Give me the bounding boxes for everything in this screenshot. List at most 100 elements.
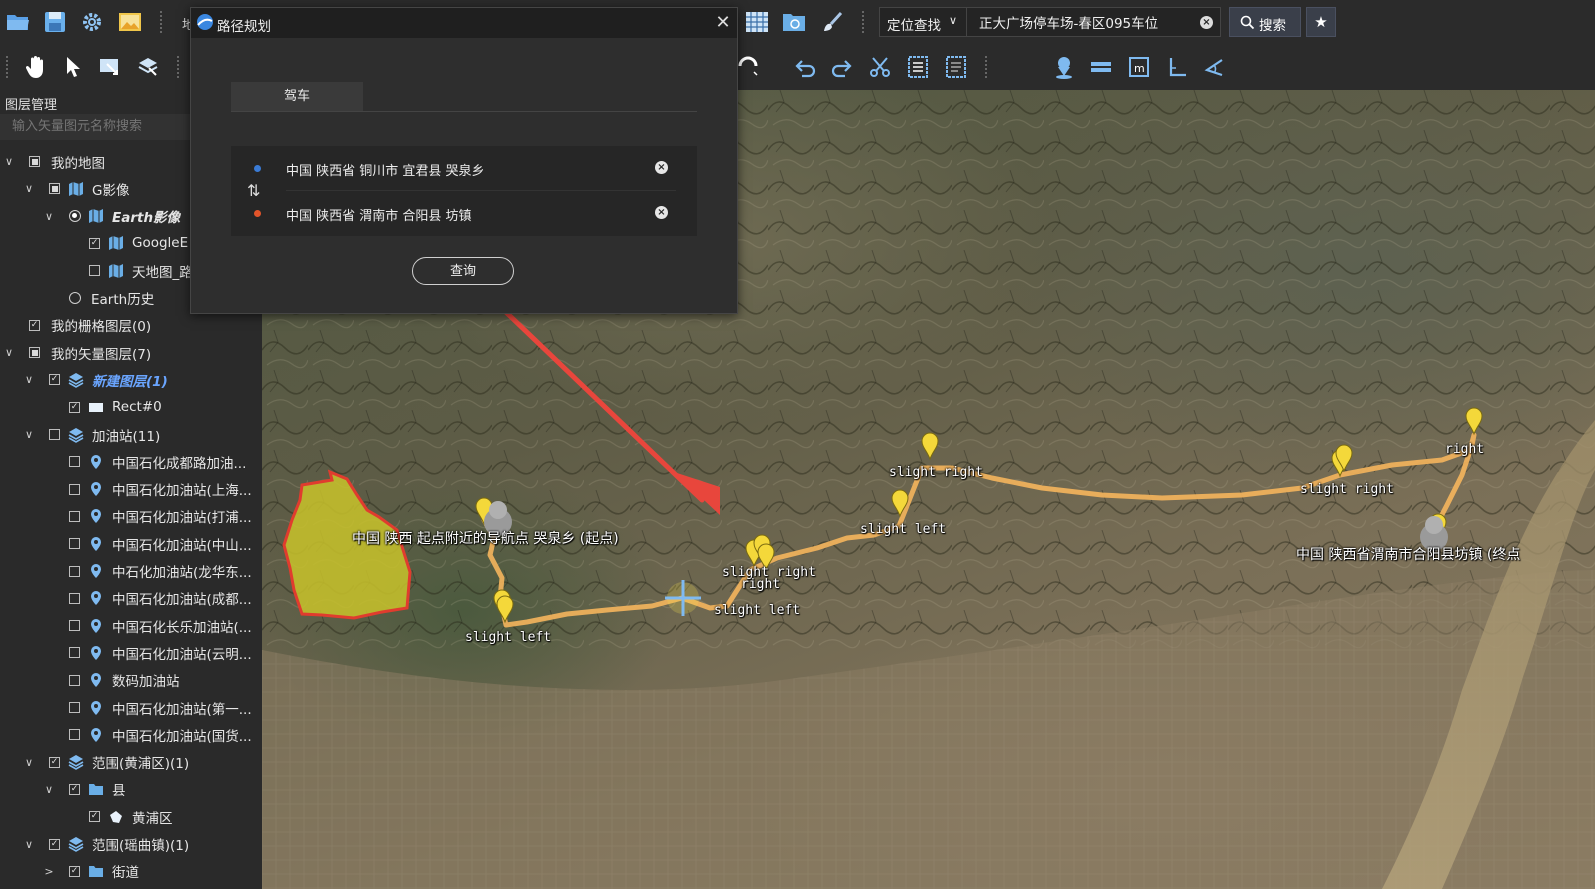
favorite-star-button[interactable]: ★ — [1306, 7, 1336, 37]
layer-tree-row[interactable]: 中国石化成都路加油... — [0, 448, 262, 475]
dialog-titlebar[interactable]: 路径规划 ✕ — [191, 8, 737, 38]
image-icon[interactable] — [115, 7, 145, 37]
layer-tree-row[interactable]: ✓ 我的栅格图层(0) — [0, 312, 262, 339]
layer-radio[interactable] — [69, 292, 81, 304]
toolbar-grip[interactable] — [6, 56, 12, 78]
end-location-text: 中国 陕西省 渭南市 合阳县 坊镇 — [286, 209, 472, 224]
expand-chevron-icon[interactable]: ∨ — [22, 838, 36, 851]
layer-checkbox[interactable]: ✓ — [69, 783, 80, 795]
layer-tree-row[interactable]: ∨ 我的矢量图层(7) — [0, 339, 262, 366]
layer-checkbox[interactable]: ✓ — [69, 401, 80, 413]
location-pin-icon[interactable] — [1049, 52, 1079, 82]
map-folder-icon[interactable] — [779, 7, 809, 37]
layer-checkbox[interactable] — [69, 538, 80, 550]
select-arrow-icon[interactable] — [58, 52, 88, 82]
layer-tree-row[interactable]: 中国石化加油站(云明... — [0, 639, 262, 666]
layer-checkbox[interactable] — [69, 647, 80, 659]
measure-area-icon[interactable]: m — [1124, 52, 1154, 82]
layer-checkbox[interactable]: ✓ — [89, 811, 100, 823]
start-location-row[interactable]: 中国 陕西省 铜川市 宜君县 哭泉乡 × — [231, 146, 697, 191]
layer-checkbox[interactable] — [89, 265, 100, 277]
expand-chevron-icon[interactable]: ∨ — [22, 756, 36, 769]
attribute-table-icon[interactable] — [903, 52, 933, 82]
pan-hand-icon[interactable] — [21, 52, 51, 82]
layer-tree-row[interactable]: 中国石化加油站(国货... — [0, 721, 262, 748]
expand-chevron-icon[interactable]: ∨ — [2, 155, 16, 168]
expand-chevron-icon[interactable]: ∨ — [22, 428, 36, 441]
layer-tree-row[interactable]: 中国石化加油站(上海... — [0, 476, 262, 503]
layer-checkbox[interactable] — [69, 674, 80, 686]
layer-checkbox[interactable]: ✓ — [49, 374, 60, 386]
layer-checkbox[interactable]: ✓ — [49, 838, 60, 850]
layer-checkbox[interactable] — [69, 729, 80, 741]
close-icon[interactable]: ✕ — [712, 12, 734, 34]
clear-search-icon[interactable]: × — [1200, 16, 1213, 29]
grid-icon[interactable] — [742, 7, 772, 37]
toolbar-grip[interactable] — [985, 56, 991, 78]
layer-tree-row[interactable]: ∨ 加油站(11) — [0, 421, 262, 448]
gear-icon[interactable] — [77, 7, 107, 37]
layer-checkbox[interactable] — [29, 156, 40, 167]
measure-angle-icon[interactable] — [1199, 52, 1229, 82]
layer-checkbox[interactable] — [69, 510, 80, 522]
redo-icon[interactable] — [827, 52, 857, 82]
location-search-input[interactable] — [977, 13, 1196, 31]
toolbar-grip[interactable] — [177, 56, 183, 78]
layer-checkbox[interactable] — [49, 429, 60, 440]
open-folder-icon[interactable] — [3, 7, 33, 37]
scissors-icon[interactable] — [865, 52, 895, 82]
layer-tree-row[interactable]: 中国石化长乐加油站(... — [0, 612, 262, 639]
layer-tree-row[interactable]: 中国石化加油站(打浦... — [0, 503, 262, 530]
expand-chevron-icon[interactable]: ∨ — [42, 783, 56, 796]
layer-tree-row[interactable]: 数码加油站 — [0, 667, 262, 694]
layer-checkbox[interactable]: ✓ — [49, 756, 60, 768]
layer-tree-row[interactable]: > ✓ 街道 — [0, 858, 262, 885]
layer-tree-row[interactable]: 中国石化加油站(第一... — [0, 694, 262, 721]
expand-chevron-icon[interactable]: ∨ — [2, 346, 16, 359]
measure-distance-icon[interactable] — [1086, 52, 1116, 82]
layer-tree-row[interactable]: ∨ ✓ 县 — [0, 776, 262, 803]
layer-tree-row[interactable]: ✓ Rect#0 — [0, 394, 262, 421]
layer-radio[interactable] — [69, 210, 81, 223]
collapse-chevron-icon[interactable]: > — [42, 865, 56, 878]
query-button[interactable]: 查询 — [412, 257, 514, 285]
undo-icon[interactable] — [790, 52, 820, 82]
layer-checkbox[interactable] — [49, 183, 60, 195]
layer-select-icon[interactable] — [133, 52, 163, 82]
layer-checkbox[interactable] — [69, 456, 80, 468]
layer-checkbox[interactable] — [69, 592, 80, 604]
layer-tree-row[interactable]: ✓ 黄浦区 — [0, 803, 262, 830]
expand-chevron-icon[interactable]: ∨ — [42, 210, 56, 223]
layer-checkbox[interactable] — [69, 620, 80, 632]
measure-height-icon[interactable] — [1162, 52, 1192, 82]
layer-checkbox[interactable]: ✓ — [29, 319, 40, 331]
tab-driving[interactable]: 驾车 — [231, 82, 363, 111]
search-button[interactable]: 搜索 — [1229, 7, 1301, 37]
layer-checkbox[interactable] — [69, 565, 80, 577]
layer-checkbox[interactable]: ✓ — [69, 865, 80, 877]
layer-tree-row[interactable]: ∨ ✓ 新建图层(1) — [0, 366, 262, 393]
save-icon[interactable] — [40, 7, 70, 37]
layer-tree-row[interactable]: 中国石化加油站(中山... — [0, 530, 262, 557]
expand-chevron-icon[interactable]: ∨ — [22, 373, 36, 386]
layer-checkbox[interactable] — [69, 702, 80, 713]
layer-tree-row[interactable]: 中国石化加油站(成都... — [0, 585, 262, 612]
brush-icon[interactable] — [817, 7, 847, 37]
document-icon[interactable] — [941, 52, 971, 82]
layer-tree-row[interactable]: ∨ ✓ 范围(瑶曲镇)(1) — [0, 831, 262, 858]
layer-tree-label: 我的矢量图层(7) — [51, 346, 152, 363]
layer-checkbox[interactable] — [29, 347, 40, 359]
layer-tree-row[interactable]: 中石化加油站(龙华东... — [0, 558, 262, 585]
layer-checkbox[interactable]: ✓ — [89, 237, 100, 249]
layer-tree-row[interactable]: ∨ ✓ 范围(黄浦区)(1) — [0, 749, 262, 776]
zoom-box-icon[interactable] — [95, 52, 125, 82]
layer-checkbox[interactable] — [69, 483, 80, 495]
search-mode-value: 定位查找 — [887, 18, 941, 34]
clear-start-icon[interactable]: × — [655, 161, 668, 174]
end-location-row[interactable]: 中国 陕西省 渭南市 合阳县 坊镇 × — [231, 191, 697, 236]
toolbar-grip[interactable] — [862, 11, 868, 33]
toolbar-grip[interactable] — [160, 11, 166, 33]
clear-end-icon[interactable]: × — [655, 206, 668, 219]
expand-chevron-icon[interactable]: ∨ — [22, 182, 36, 195]
search-mode-select[interactable]: 定位查找 ∨ — [879, 7, 967, 37]
